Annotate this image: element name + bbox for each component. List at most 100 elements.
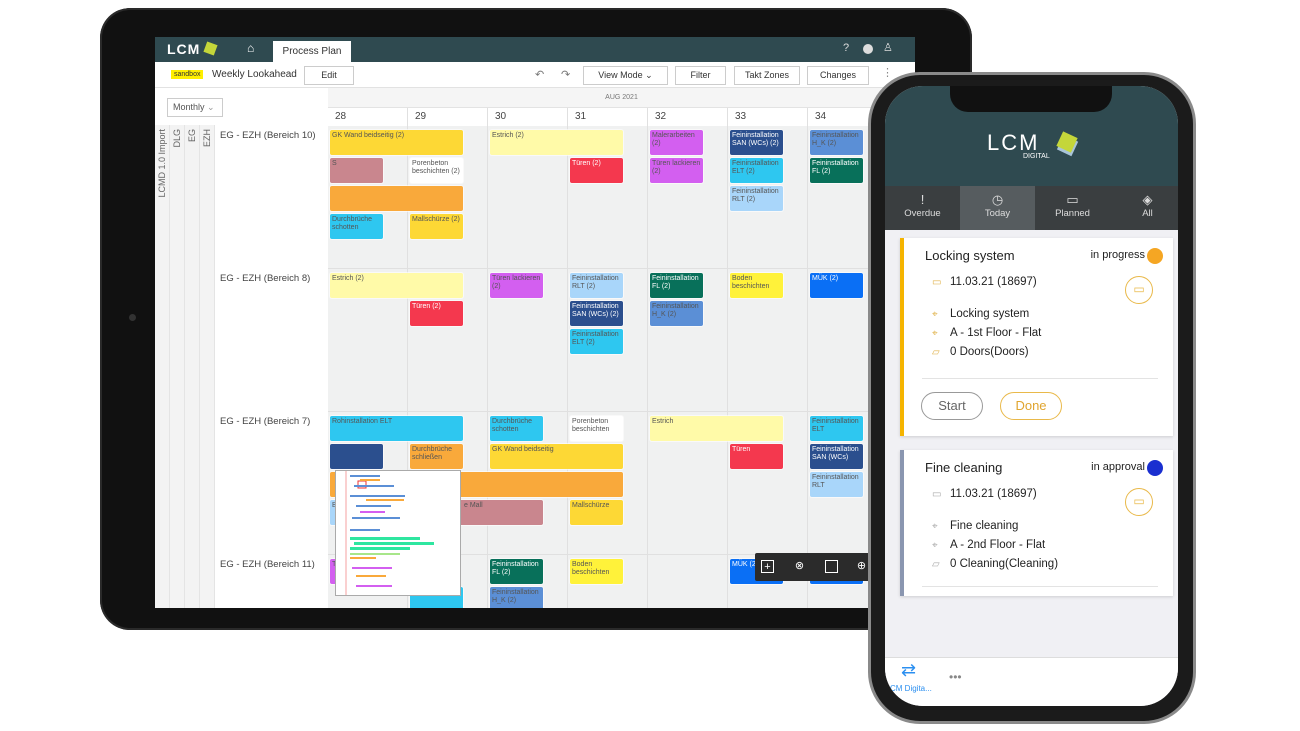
- tab-today[interactable]: ◷ Today: [960, 186, 1035, 230]
- divider: [922, 586, 1158, 587]
- task-block[interactable]: S: [330, 158, 383, 183]
- task-block[interactable]: Feininstallation FL (2): [650, 273, 703, 298]
- area-label[interactable]: EG - EZH (Bereich 11): [220, 559, 315, 570]
- status-dot: [1147, 248, 1163, 264]
- tab-planned[interactable]: ▭ Planned: [1035, 186, 1110, 230]
- minimap[interactable]: [335, 470, 461, 596]
- task-block[interactable]: Feininstallation RLT (2): [730, 186, 783, 211]
- chevron-down-icon: ⌄: [207, 102, 215, 112]
- task-block[interactable]: Porenbeton beschichten: [570, 416, 623, 441]
- task-block[interactable]: Feininstallation SAN (WCs) (2): [730, 130, 783, 155]
- task-block[interactable]: Feininstallation SAN (WCs) (2): [570, 301, 623, 326]
- chat-icon[interactable]: ▭: [1125, 488, 1153, 516]
- task-block[interactable]: [330, 186, 463, 211]
- task-block[interactable]: Feininstallation ELT (2): [570, 329, 623, 354]
- status-text: in progress: [1090, 249, 1145, 261]
- start-button[interactable]: Start: [921, 392, 983, 420]
- area-label[interactable]: EG - EZH (Bereich 7): [220, 416, 310, 427]
- task-block[interactable]: Estrich: [650, 416, 783, 441]
- card-location: A - 2nd Floor - Flat: [950, 539, 1046, 551]
- task-block[interactable]: Durchbrüche schotten: [330, 214, 383, 239]
- week-gridline: [647, 126, 648, 608]
- app-switch-label[interactable]: CM Digita...: [890, 684, 932, 693]
- tab-process-plan[interactable]: Process Plan: [273, 41, 351, 62]
- hierarchy-label: DLG: [172, 129, 182, 148]
- undo-icon[interactable]: ↶: [535, 68, 544, 81]
- task-block[interactable]: Malerarbeiten (2): [650, 130, 703, 155]
- link-icon[interactable]: ⊗: [793, 560, 806, 573]
- edit-button[interactable]: Edit: [304, 66, 354, 85]
- view-mode-dropdown[interactable]: View Mode ⌄: [583, 66, 668, 85]
- location-pin-icon: ⌖: [932, 309, 938, 320]
- calendar-icon: ▭: [932, 277, 942, 288]
- changes-button[interactable]: Changes: [807, 66, 869, 85]
- task-block[interactable]: Türen lackieren (2): [490, 273, 543, 298]
- task-block[interactable]: MÜK (2): [810, 273, 863, 298]
- task-block[interactable]: Türen (2): [410, 301, 463, 326]
- task-block[interactable]: Durchbrüche schließen: [410, 444, 463, 469]
- task-block[interactable]: Feininstallation FL (2): [490, 559, 543, 584]
- task-block[interactable]: Feininstallation H_K (2): [490, 587, 543, 608]
- week-gridline: [727, 126, 728, 608]
- task-block[interactable]: Mallschürze (2): [410, 214, 463, 239]
- task-block[interactable]: Rohinstallation ELT: [330, 416, 463, 441]
- area-label[interactable]: EG - EZH (Bereich 8): [220, 273, 310, 284]
- sync-icon[interactable]: ⇄: [901, 660, 916, 681]
- task-block[interactable]: Feininstallation ELT (2): [730, 158, 783, 183]
- app-header: LCM ⌂ Process Plan ? ♙: [155, 37, 915, 62]
- hierarchy-level: EG: [185, 125, 200, 608]
- task-card[interactable]: Fine cleaning in approval ▭ 11.03.21 (18…: [900, 450, 1173, 596]
- period-select[interactable]: Monthly ⌄: [167, 98, 223, 117]
- task-block[interactable]: GK Wand beidseitig (2): [330, 130, 463, 155]
- location-pin-icon: ⌖: [932, 521, 938, 532]
- phone-bottom-bar: ⇄ CM Digita... •••: [885, 657, 1178, 706]
- task-block[interactable]: Türen lackieren (2): [650, 158, 703, 183]
- task-block[interactable]: Feininstallation RLT: [810, 472, 863, 497]
- quantity-icon: ▱: [932, 347, 940, 358]
- redo-icon[interactable]: ↷: [561, 68, 570, 81]
- week-gridline: [567, 126, 568, 608]
- phone-tabs: ! Overdue ◷ Today ▭ Planned ◈ All: [885, 186, 1178, 230]
- hierarchy-level: DLG: [170, 125, 185, 608]
- hierarchy-label: EZH: [202, 129, 212, 147]
- card-date: 11.03.21 (18697): [950, 276, 1037, 288]
- task-block[interactable]: Durchbrüche schotten: [490, 416, 543, 441]
- home-icon[interactable]: ⌂: [247, 41, 254, 55]
- task-block[interactable]: Türen: [730, 444, 783, 469]
- zoom-icon[interactable]: ⊕: [855, 560, 868, 573]
- task-block[interactable]: [330, 444, 383, 469]
- lcm-logo: LCM: [167, 41, 201, 57]
- chat-icon[interactable]: ▭: [1125, 276, 1153, 304]
- filter-button[interactable]: Filter: [675, 66, 726, 85]
- tab-all[interactable]: ◈ All: [1110, 186, 1178, 230]
- exclamation-icon: !: [920, 192, 925, 207]
- area-label[interactable]: EG - EZH (Bereich 10): [220, 130, 316, 141]
- task-block[interactable]: Feininstallation RLT (2): [570, 273, 623, 298]
- takt-zones-button[interactable]: Takt Zones: [734, 66, 800, 85]
- task-block[interactable]: Estrich (2): [490, 130, 623, 155]
- task-block[interactable]: Feininstallation FL (2): [810, 158, 863, 183]
- select-box-icon[interactable]: [825, 560, 838, 573]
- more-icon[interactable]: ⋮: [882, 66, 893, 79]
- task-block[interactable]: Porenbeton beschichten (2): [410, 158, 463, 183]
- task-block[interactable]: GK Wand beidseitig: [490, 444, 623, 469]
- task-block[interactable]: Feininstallation H_K (2): [810, 130, 863, 155]
- info-icon[interactable]: [863, 44, 873, 54]
- done-button[interactable]: Done: [1000, 392, 1062, 420]
- clock-icon: ◷: [991, 192, 1004, 207]
- task-card[interactable]: Locking system in progress ▭ 11.03.21 (1…: [900, 238, 1173, 436]
- card-task-name: Locking system: [950, 308, 1030, 320]
- task-block[interactable]: Feininstallation SAN (WCs): [810, 444, 863, 469]
- user-icon[interactable]: ♙: [883, 41, 893, 54]
- add-icon[interactable]: +: [761, 560, 774, 573]
- task-block[interactable]: Estrich (2): [330, 273, 463, 298]
- task-block[interactable]: Türen (2): [570, 158, 623, 183]
- help-icon[interactable]: ?: [843, 42, 849, 54]
- task-block[interactable]: Mallschürze: [570, 500, 623, 525]
- tab-overdue[interactable]: ! Overdue: [885, 186, 960, 230]
- task-block[interactable]: Feininstallation ELT: [810, 416, 863, 441]
- task-block[interactable]: Boden beschichten: [570, 559, 623, 584]
- more-icon[interactable]: •••: [949, 670, 962, 684]
- task-block[interactable]: Feininstallation H_K (2): [650, 301, 703, 326]
- task-block[interactable]: Boden beschichten: [730, 273, 783, 298]
